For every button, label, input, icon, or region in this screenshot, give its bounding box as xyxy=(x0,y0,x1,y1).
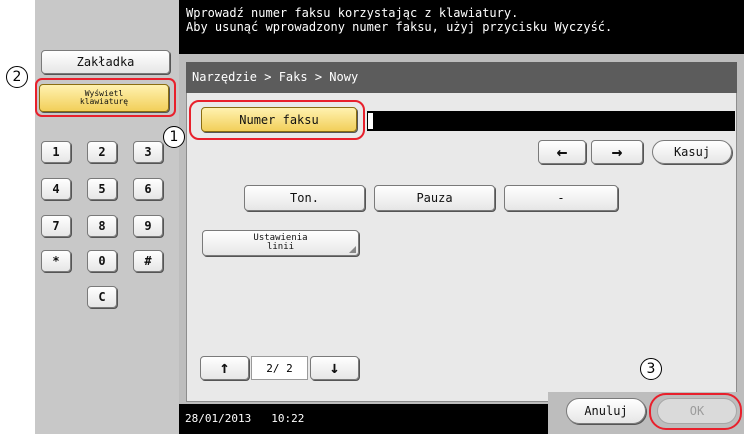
clear-button[interactable]: Kasuj xyxy=(652,140,732,164)
left-arrow-icon: ← xyxy=(556,141,568,163)
up-arrow-icon: ↑ xyxy=(219,358,230,378)
cancel-label: Anuluj xyxy=(584,404,628,418)
callout-3-number: 3 xyxy=(646,361,656,377)
keypad-key-3[interactable]: 3 xyxy=(133,141,163,163)
bookmark-label: Zakładka xyxy=(76,55,135,69)
keypad-key-label: 5 xyxy=(98,182,106,196)
callout-1: 1 xyxy=(163,126,185,148)
right-arrow-icon: → xyxy=(611,141,623,163)
keypad-key-label: 1 xyxy=(52,145,60,159)
keypad-key-label: 4 xyxy=(52,182,60,196)
instruction-line-1: Wprowadź numer faksu korzystając z klawi… xyxy=(186,6,519,20)
callout-2: 2 xyxy=(6,66,28,88)
keypad-key-0[interactable]: 0 xyxy=(87,250,117,272)
clear-label: Kasuj xyxy=(673,145,711,159)
keypad-key-6[interactable]: 6 xyxy=(133,178,163,200)
dash-button[interactable]: - xyxy=(504,185,618,211)
keypad-key-5[interactable]: 5 xyxy=(87,178,117,200)
keypad-key-label: 6 xyxy=(144,182,152,196)
keypad-key-7[interactable]: 7 xyxy=(41,215,71,237)
keypad-key-hash[interactable]: # xyxy=(133,250,163,272)
time-text: 10:22 xyxy=(271,412,305,425)
fax-number-field[interactable] xyxy=(367,111,735,131)
breadcrumb-text: Narzędzie > Faks > Nowy xyxy=(192,70,359,84)
keypad-key-2[interactable]: 2 xyxy=(87,141,117,163)
bookmark-button[interactable]: Zakładka xyxy=(41,50,170,74)
keypad-key-label: C xyxy=(98,290,106,304)
page-down-button[interactable]: ↓ xyxy=(310,356,359,380)
tone-button[interactable]: Ton. xyxy=(244,185,365,211)
keypad-key-label: 9 xyxy=(144,219,152,233)
keypad-key-clear[interactable]: C xyxy=(87,286,117,308)
page-indicator-text: 2/ 2 xyxy=(266,361,293,375)
keypad-key-9[interactable]: 9 xyxy=(133,215,163,237)
date-time: 28/01/2013 10:22 xyxy=(185,404,304,434)
keypad-key-star[interactable]: * xyxy=(41,250,71,272)
keypad-key-4[interactable]: 4 xyxy=(41,178,71,200)
keypad-key-label: 3 xyxy=(144,145,152,159)
keypad-key-label: 0 xyxy=(98,254,106,268)
cursor-left-button[interactable]: ← xyxy=(538,140,586,164)
pause-label: Pauza xyxy=(416,191,453,205)
keypad-key-label: * xyxy=(52,254,60,268)
callout-1-number: 1 xyxy=(169,129,179,145)
highlight-fax-number xyxy=(189,100,365,140)
cancel-button[interactable]: Anuluj xyxy=(566,398,646,424)
pause-button[interactable]: Pauza xyxy=(374,185,495,211)
line-settings-button[interactable]: Ustawienia linii xyxy=(202,230,359,256)
keypad-key-label: # xyxy=(144,254,152,268)
instruction-line-2: Aby usunąć wprowadzony numer faksu, użyj… xyxy=(186,20,613,34)
breadcrumb: Narzędzie > Faks > Nowy xyxy=(186,62,737,93)
keypad-key-8[interactable]: 8 xyxy=(87,215,117,237)
highlight-ok xyxy=(649,393,742,430)
keypad-key-label: 2 xyxy=(98,145,106,159)
page-up-button[interactable]: ↑ xyxy=(200,356,249,380)
date-text: 28/01/2013 xyxy=(185,412,252,425)
instruction-header: Wprowadź numer faksu korzystając z klawi… xyxy=(179,0,744,54)
down-arrow-icon: ↓ xyxy=(329,358,340,378)
cursor-right-button[interactable]: → xyxy=(591,140,643,164)
expand-corner-icon xyxy=(349,246,356,253)
keypad-key-label: 7 xyxy=(52,219,60,233)
dash-label: - xyxy=(557,191,565,205)
highlight-show-keypad xyxy=(35,78,176,117)
text-cursor xyxy=(368,113,373,129)
callout-3: 3 xyxy=(640,358,662,380)
line-settings-label: Ustawienia linii xyxy=(253,233,308,252)
callout-2-number: 2 xyxy=(12,69,22,85)
keypad-key-1[interactable]: 1 xyxy=(41,141,71,163)
page-indicator: 2/ 2 xyxy=(251,356,308,380)
tone-label: Ton. xyxy=(290,191,319,205)
keypad-key-label: 8 xyxy=(98,219,106,233)
